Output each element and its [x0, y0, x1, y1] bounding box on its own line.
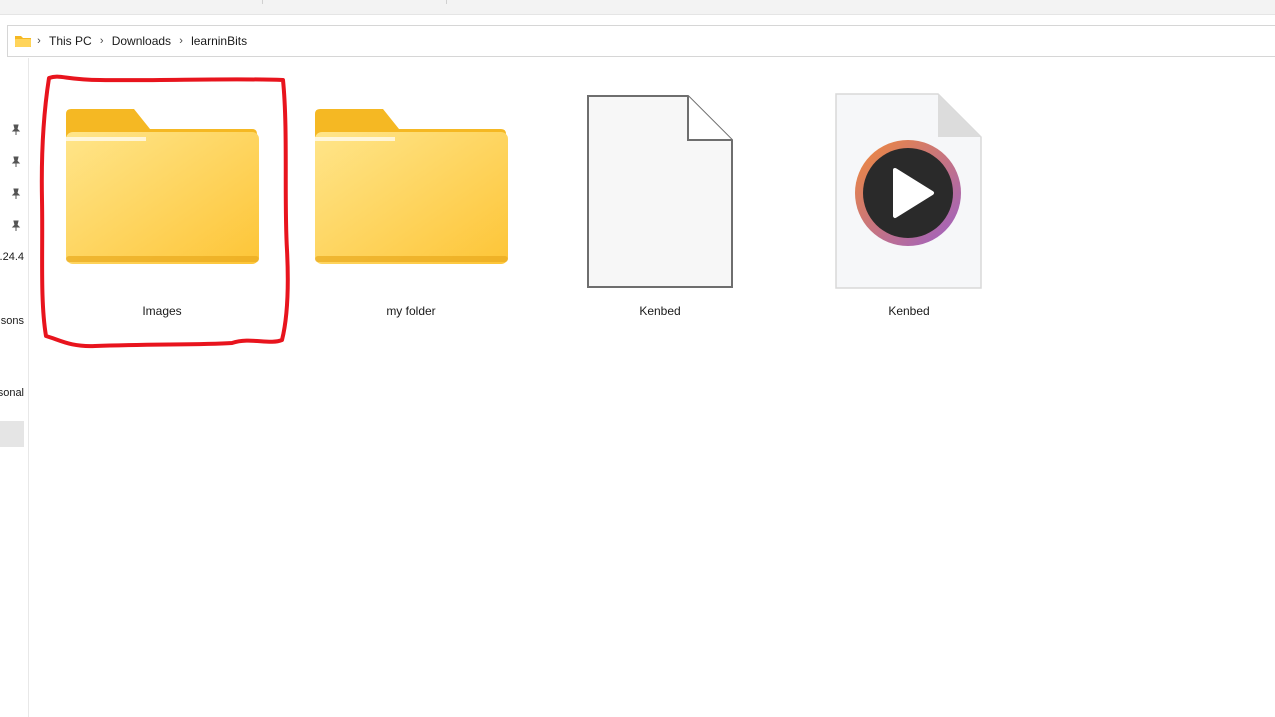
sidebar-item-label[interactable]: sonal: [0, 387, 24, 399]
address-bar[interactable]: › This PC › Downloads › learninBits: [7, 25, 1275, 57]
chevron-right-icon[interactable]: ›: [32, 35, 46, 47]
breadcrumb-item-this-pc[interactable]: This PC: [46, 34, 95, 48]
navigation-pane: 5.24.4 sons sonal: [0, 58, 29, 717]
file-item-kenbed-video[interactable]: Kenbed: [799, 84, 1019, 324]
folder-icon: [52, 84, 272, 299]
pin-icon[interactable]: [10, 156, 22, 168]
file-name: Images: [142, 304, 182, 318]
media-player-icon: [799, 84, 1019, 299]
folder-icon[interactable]: [14, 34, 32, 48]
chevron-right-icon[interactable]: ›: [95, 35, 109, 47]
pin-icon[interactable]: [10, 188, 22, 200]
breadcrumb-item-learninbits[interactable]: learninBits: [188, 34, 250, 48]
sidebar-item-label[interactable]: 5.24.4: [0, 251, 24, 263]
folder-icon: [301, 84, 521, 299]
breadcrumb-item-downloads[interactable]: Downloads: [109, 34, 174, 48]
file-name: Kenbed: [888, 304, 930, 318]
file-name: my folder: [386, 304, 436, 318]
blank-document-icon: [550, 84, 770, 299]
sidebar-selected-item[interactable]: [0, 421, 24, 447]
file-name: Kenbed: [639, 304, 681, 318]
sidebar-item-label[interactable]: sons: [1, 315, 24, 327]
file-item-my-folder[interactable]: my folder: [301, 84, 521, 324]
pin-icon[interactable]: [10, 124, 22, 136]
pin-icon[interactable]: [10, 220, 22, 232]
chevron-right-icon[interactable]: ›: [174, 35, 188, 47]
tab-divider: [446, 0, 447, 4]
tab-divider: [262, 0, 263, 4]
file-item-kenbed[interactable]: Kenbed: [550, 84, 770, 324]
window-top-strip: [0, 0, 1275, 15]
breadcrumb: › This PC › Downloads › learninBits: [14, 26, 250, 56]
file-item-images[interactable]: Images: [52, 84, 272, 324]
